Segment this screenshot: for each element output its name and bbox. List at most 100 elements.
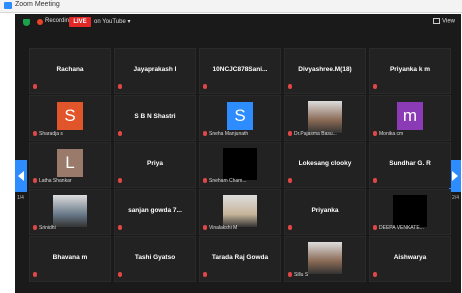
zoom-app-icon [4,2,12,9]
prev-page-button[interactable] [15,160,27,192]
mic-muted-icon [118,131,122,137]
participant-label: Dr.Pajasma Basu... [288,131,337,137]
participant-video [393,195,427,227]
participant-tag-name: Vinalakshi M [209,225,238,231]
participant-name: Tashi Gyatso [134,254,176,261]
participant-name: Priyanka [311,207,339,214]
window-titlebar: Zoom Meeting [0,0,462,13]
participant-tile[interactable]: Jayaprakash I [114,48,196,94]
participant-tag-name: Monika cm [379,131,404,137]
youtube-dropdown[interactable]: on YouTube ▾ [94,18,131,25]
participant-tile[interactable]: S B N Shastri [114,95,196,141]
mic-muted-icon [33,84,37,90]
participant-tile[interactable]: 10NCJC878Sani... [199,48,281,94]
participant-video [53,195,87,227]
participant-label: Srinidhi [33,225,56,231]
mic-muted-icon [118,178,122,184]
participant-name: Lokesang clooky [298,160,352,167]
participant-tile[interactable]: Bhavana m [29,236,111,282]
participant-label: Sneham Cham... [203,178,247,184]
participant-tag-name: Sharadja s [39,131,63,137]
participant-tile[interactable]: Aishwarya [369,236,451,282]
participant-name: Sundhar G. R [389,160,431,167]
meeting-topbar: Recording LIVE on YouTube ▾ View [15,14,461,31]
participant-tile[interactable]: Rachana [29,48,111,94]
participant-tile[interactable]: DEEPA VENKATE... [369,189,451,235]
participant-name: Bhavana m [52,254,88,261]
participant-label [118,272,124,278]
mic-muted-icon [33,131,37,137]
participant-label [373,272,379,278]
participant-tile[interactable]: Srinidhi [29,189,111,235]
mic-muted-icon [203,272,207,278]
participant-name: Aishwarya [393,254,427,261]
mic-muted-icon [373,272,377,278]
mic-muted-icon [203,178,207,184]
participant-video [308,101,342,133]
mic-muted-icon [118,84,122,90]
participant-tile[interactable]: Sneham Cham... [199,142,281,188]
participant-tile[interactable]: L Latha Shankar [29,142,111,188]
participant-tag-name: Sneham Cham... [209,178,247,184]
mic-muted-icon [33,272,37,278]
participant-label: Monika cm [373,131,403,137]
live-badge[interactable]: LIVE [69,17,91,27]
participant-tag-name: Sneha Manjunath [209,131,249,137]
participant-name: 10NCJC878Sani... [212,66,268,73]
grid-view-icon [433,18,441,24]
mic-muted-icon [203,84,207,90]
mic-muted-icon [288,131,292,137]
shield-icon[interactable] [23,19,30,26]
participant-tile[interactable]: Dr.Pajasma Basu... [284,95,366,141]
arrow-right-icon [452,171,458,181]
participant-tile[interactable]: Vinalakshi M [199,189,281,235]
page-indicator-right: 2/4 [452,195,459,201]
window-title: Zoom Meeting [15,1,60,8]
participant-label [203,272,209,278]
mic-muted-icon [373,131,377,137]
mic-muted-icon [203,225,207,231]
view-label: View [442,18,455,25]
participant-tile[interactable]: Tarada Raj Gowda [199,236,281,282]
participant-tile[interactable]: S Sharadja s [29,95,111,141]
participant-label [288,84,294,90]
page-indicator-left: 1/4 [17,195,24,201]
view-button[interactable]: View [433,18,455,25]
avatar: S [227,102,253,130]
participant-tile[interactable]: Divyashree.M(18) [284,48,366,94]
participant-label: Vinalakshi M [203,225,237,231]
avatar: m [397,102,423,130]
participant-tile[interactable]: Sillu S [284,236,366,282]
mic-muted-icon [288,84,292,90]
participant-name: Jayaprakash I [133,66,177,73]
participant-tile[interactable]: Priyanka k m [369,48,451,94]
mic-muted-icon [288,225,292,231]
participant-video [223,148,257,180]
participant-tile[interactable]: Priya [114,142,196,188]
participant-tile[interactable]: sanjan gowda 7... [114,189,196,235]
participant-video [308,242,342,274]
participant-label [118,131,124,137]
mic-muted-icon [373,84,377,90]
participant-tile[interactable]: Tashi Gyatso [114,236,196,282]
participant-label: DEEPA VENKATE... [373,225,424,231]
participant-tile[interactable]: Priyanka [284,189,366,235]
participant-tag-name: DEEPA VENKATE... [379,225,424,231]
participant-name: Divyashree.M(18) [298,66,352,73]
avatar: L [57,149,83,177]
participant-tile[interactable]: m Monika cm [369,95,451,141]
participant-name: sanjan gowda 7... [128,207,182,214]
participant-label: Latha Shankar [33,178,72,184]
participant-tile[interactable]: Lokesang clooky [284,142,366,188]
participant-tile[interactable]: S Sneha Manjunath [199,95,281,141]
participant-label [203,84,209,90]
mic-muted-icon [373,178,377,184]
avatar: S [57,102,83,130]
participant-label [118,225,124,231]
participant-tag-name: Sillu S [294,272,309,278]
participant-tile[interactable]: Sundhar G. R [369,142,451,188]
mic-muted-icon [33,225,37,231]
mic-muted-icon [118,225,122,231]
participant-label [33,272,39,278]
mic-muted-icon [118,272,122,278]
